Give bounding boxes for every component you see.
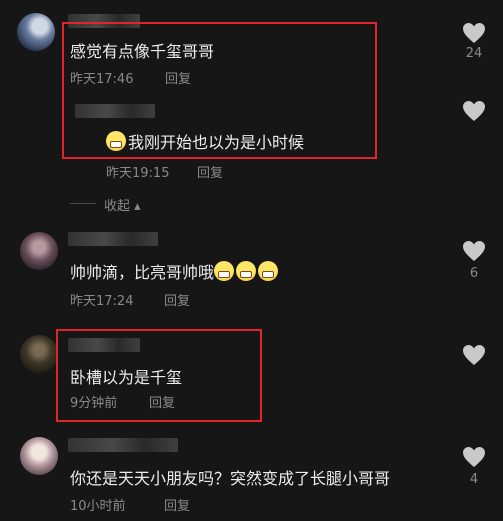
comment-text: 你还是天天小朋友吗？突然变成了长腿小哥哥 — [70, 469, 391, 488]
collapse-arrow-icon: ▴ — [130, 199, 141, 214]
reply-button[interactable]: 回复 — [164, 290, 190, 309]
username-blurred[interactable] — [68, 438, 178, 452]
divider — [70, 203, 96, 204]
heart-icon[interactable] — [462, 344, 486, 366]
reply-button[interactable]: 回复 — [164, 495, 190, 514]
heart-icon[interactable] — [462, 22, 486, 44]
comment-time: 10小时前 — [70, 499, 126, 514]
comment-time: 昨天17:24 — [70, 294, 134, 309]
avatar[interactable] — [20, 437, 58, 475]
username-blurred[interactable] — [68, 232, 158, 246]
emoji-grin-icon — [258, 261, 279, 281]
emoji-grin-icon — [236, 261, 257, 281]
avatar[interactable] — [17, 13, 55, 51]
like-count: 24 — [465, 46, 483, 61]
heart-icon[interactable] — [462, 240, 486, 262]
reply-time: 昨天19:15 — [106, 166, 170, 181]
highlight-box — [56, 329, 262, 422]
emoji-grin-icon — [214, 261, 235, 281]
collapse-button[interactable]: 收起 ▴ — [104, 195, 141, 214]
like-count: 4 — [469, 472, 479, 487]
comment-text: 帅帅滴，比亮哥帅哦 — [70, 259, 280, 283]
reply-button[interactable]: 回复 — [197, 162, 223, 181]
avatar[interactable] — [20, 335, 58, 373]
like-count: 6 — [469, 266, 479, 281]
heart-icon[interactable] — [462, 446, 486, 468]
heart-icon[interactable] — [462, 100, 486, 122]
avatar[interactable] — [20, 232, 58, 270]
highlight-box — [62, 22, 377, 159]
